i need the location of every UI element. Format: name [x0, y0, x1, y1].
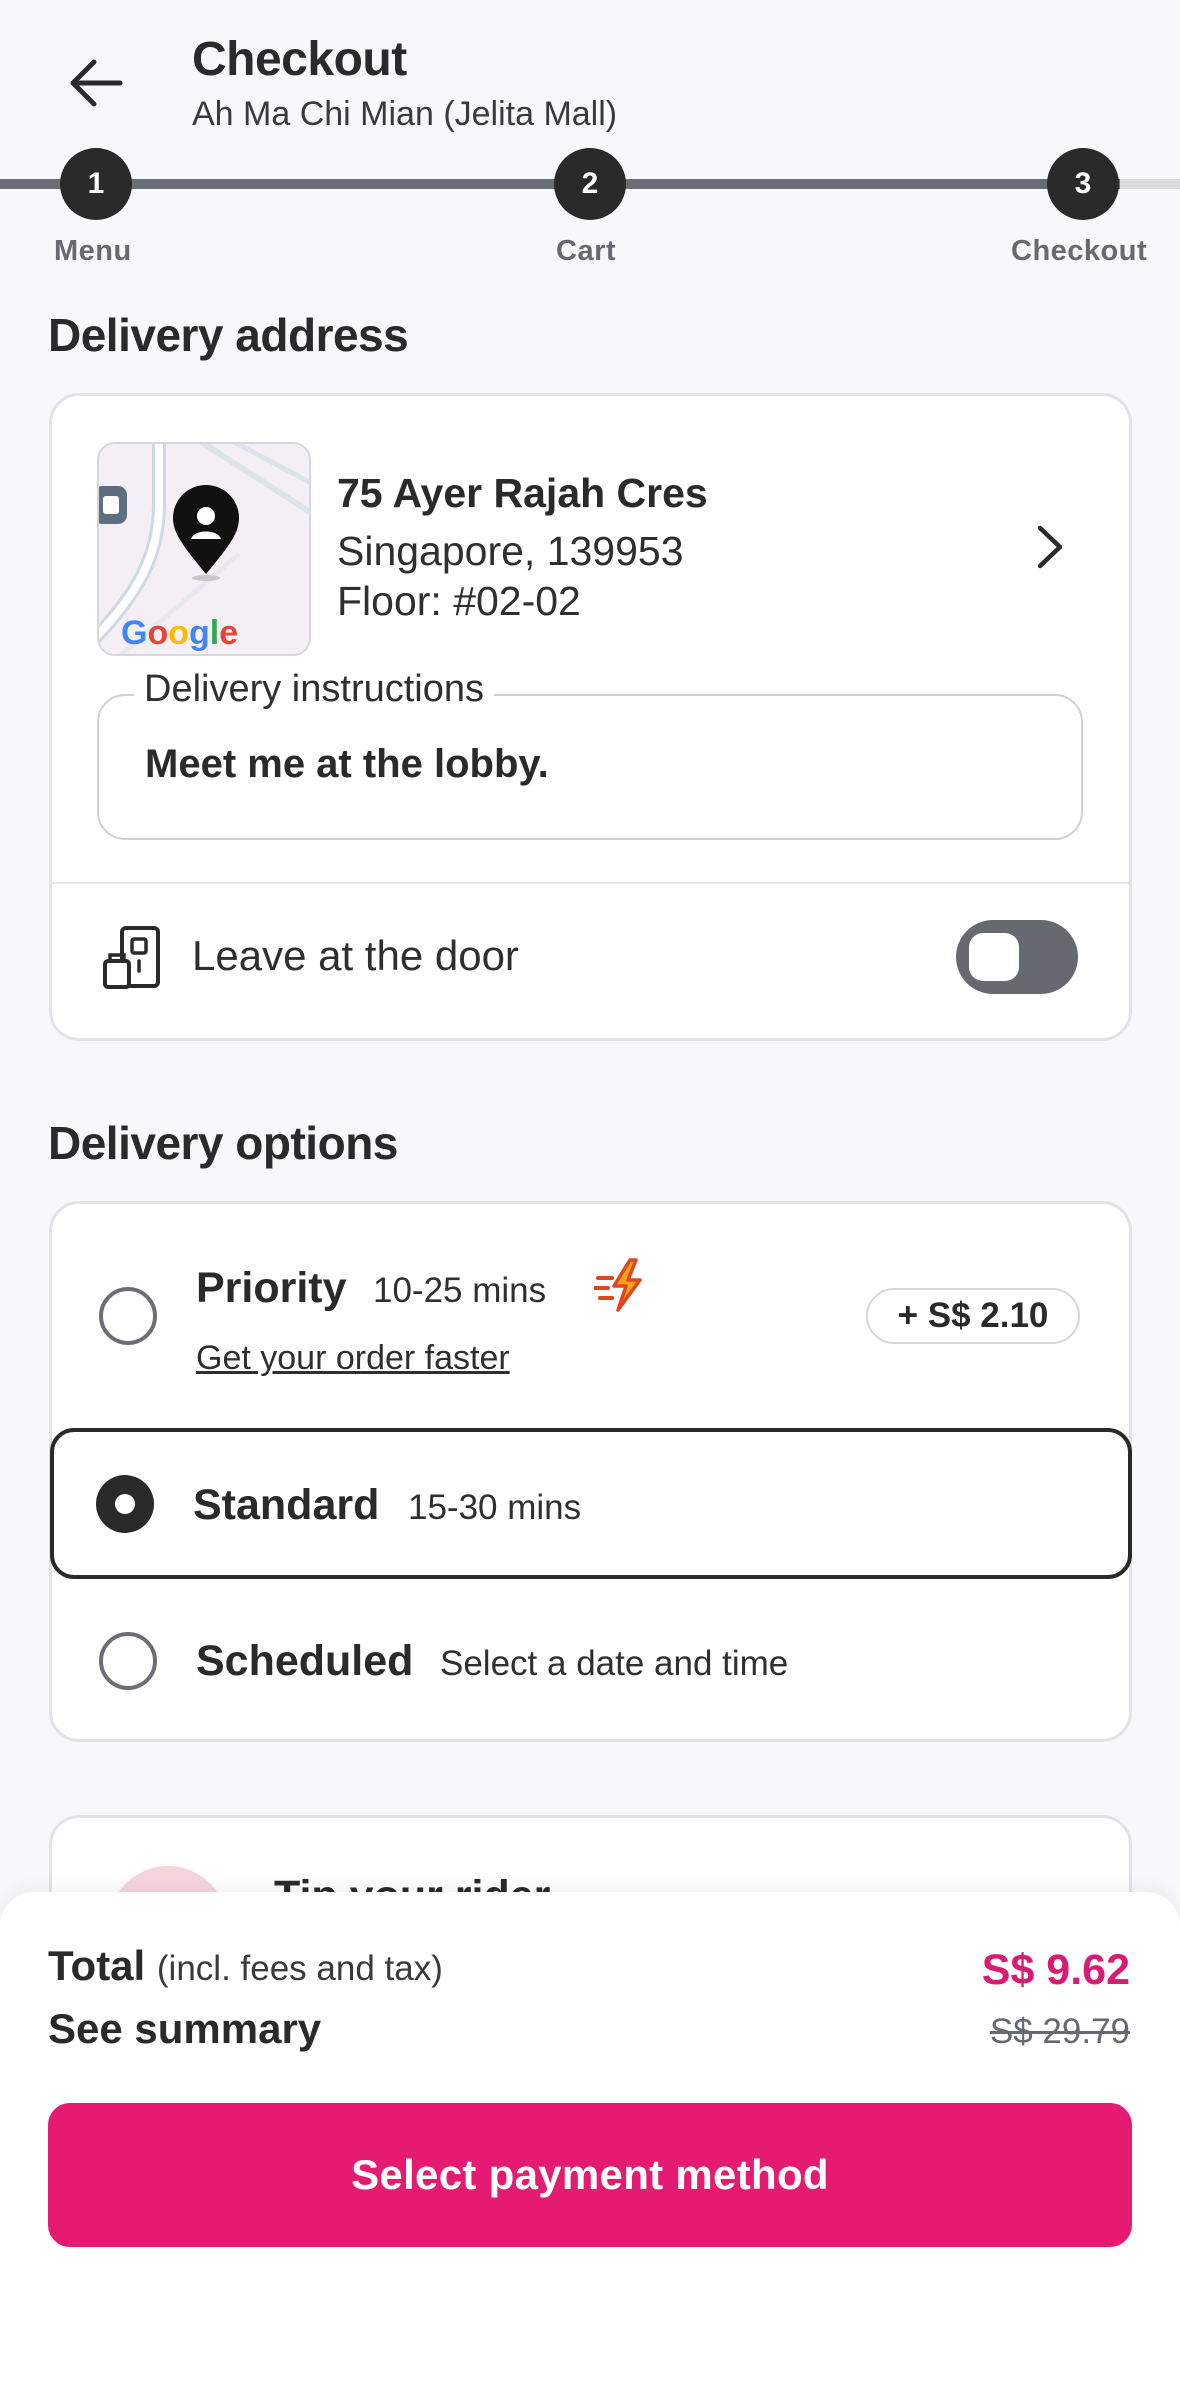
map-image: Google	[99, 444, 309, 654]
chevron-right-icon	[1037, 525, 1063, 569]
step-2-dot[interactable]: 2	[554, 148, 626, 220]
step-3-dot: 3	[1047, 148, 1119, 220]
step-1-dot[interactable]: 1	[60, 148, 132, 220]
address-street: 75 Ayer Rajah Cres	[337, 470, 708, 516]
standard-radio[interactable]	[96, 1475, 154, 1533]
progress-track-end	[1120, 179, 1180, 189]
leave-at-door-toggle[interactable]	[956, 920, 1078, 994]
delivery-instructions-value[interactable]: Meet me at the lobby.	[145, 742, 549, 787]
page-title: Checkout	[192, 33, 407, 86]
original-price: S$ 29.79	[989, 2012, 1130, 2051]
total-sub-label: (incl. fees and tax)	[156, 1949, 443, 1988]
step-label-cart[interactable]: Cart	[556, 235, 616, 268]
total-label-text: Total	[48, 1942, 146, 1989]
delivery-options-title: Delivery options	[48, 1117, 398, 1169]
total-price: S$ 9.62	[981, 1946, 1130, 1994]
leave-at-door-label: Leave at the door	[192, 932, 519, 979]
priority-option-time: 10-25 mins	[373, 1271, 547, 1310]
edit-address-button[interactable]	[1020, 515, 1080, 579]
restaurant-name: Ah Ma Chi Mian (Jelita Mall)	[192, 95, 618, 133]
select-payment-button[interactable]: Select payment method	[48, 2103, 1132, 2247]
toggle-knob	[969, 933, 1019, 981]
priority-price-badge: + S$ 2.10	[866, 1288, 1080, 1344]
card-divider	[51, 882, 1130, 884]
priority-option-name[interactable]: Priority	[196, 1264, 347, 1313]
back-button[interactable]	[58, 48, 134, 118]
standard-option-name[interactable]: Standard	[193, 1481, 379, 1530]
door-icon	[102, 925, 162, 991]
scheduled-option-name[interactable]: Scheduled	[196, 1637, 413, 1686]
arrow-left-icon	[70, 59, 123, 107]
lightning-icon	[592, 1258, 654, 1314]
see-summary-link[interactable]: See summary	[48, 2005, 321, 2053]
scheduled-radio[interactable]	[99, 1632, 157, 1690]
total-label: Total (incl. fees and tax)	[48, 1942, 443, 1990]
priority-radio[interactable]	[99, 1287, 157, 1345]
step-label-menu[interactable]: Menu	[54, 235, 132, 268]
standard-option-time: 15-30 mins	[408, 1488, 582, 1527]
address-city: Singapore, 139953	[337, 528, 684, 574]
google-logo: Google	[121, 614, 238, 652]
priority-info-link[interactable]: Get your order faster	[196, 1339, 510, 1378]
step-label-checkout: Checkout	[1011, 235, 1148, 267]
address-floor: Floor: #02-02	[337, 578, 581, 624]
scheduled-option-detail: Select a date and time	[440, 1644, 789, 1683]
delivery-address-title: Delivery address	[48, 309, 409, 361]
map-thumbnail[interactable]: Google	[97, 442, 311, 656]
delivery-instructions-label: Delivery instructions	[134, 668, 494, 711]
